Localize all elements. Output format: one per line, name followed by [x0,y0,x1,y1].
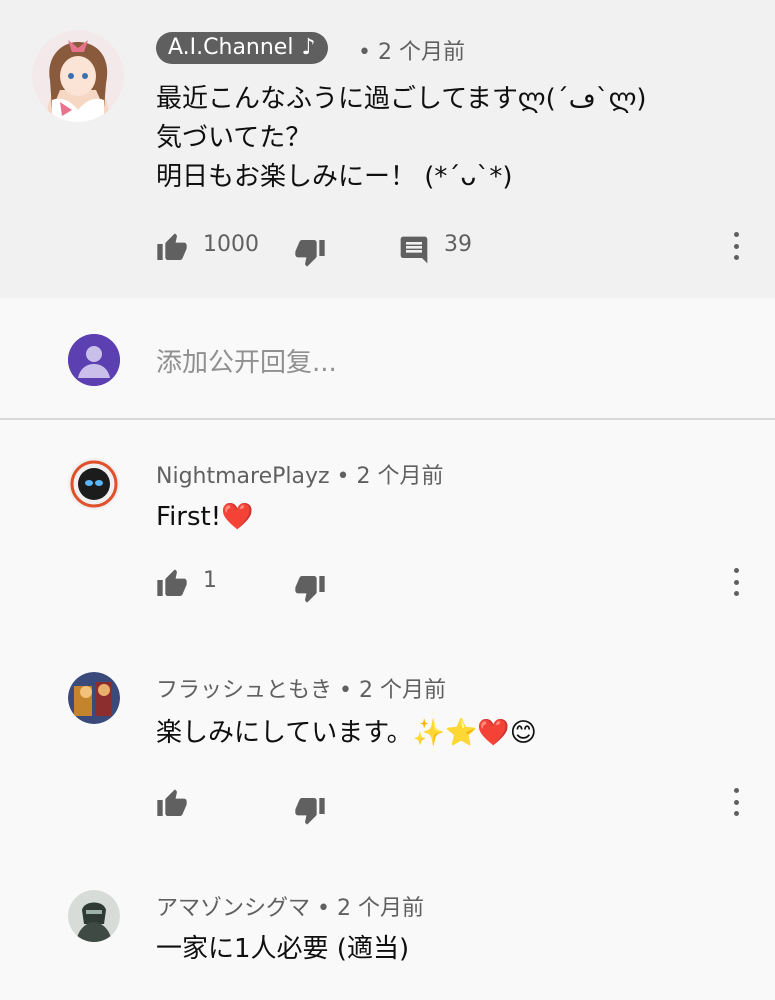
channel-name: A.I.Channel [168,35,294,60]
dot [733,243,739,249]
dislike-button[interactable] [294,794,326,826]
channel-avatar[interactable] [32,30,124,122]
reply-text: First!❤️ [156,502,254,532]
reply-author: NightmarePlayz • 2 个月前 [156,464,444,489]
comment-line-1: 最近こんなふうに過ごしてますლ(´ڡ`ლ) [156,84,647,114]
reply-comment: NightmarePlayz • 2 个月前 First!❤️ 1 [0,458,775,618]
reply-actions: 1 [0,562,775,604]
pinned-comment: A.I.Channel ♪ • 2 个月前 最近こんなふうに過ごしてますლ(´ڡ… [0,0,775,298]
dot [733,799,739,805]
reply-text: 楽しみにしています。✨⭐❤️😊 [156,718,537,748]
user-avatar [68,334,120,386]
comment-actions: 1000 39 [0,226,775,268]
reply-author: フラッシュともき • 2 个月前 [156,678,446,703]
like-count: 1 [203,568,217,593]
reply-comment: フラッシュともき • 2 个月前 楽しみにしています。✨⭐❤️😊 [0,672,775,832]
reply-input-row: 添加公开回复... [0,298,775,420]
dot [733,811,739,816]
like-button[interactable] [156,568,188,600]
like-count: 1000 [203,232,259,257]
reply-icon[interactable] [398,234,430,266]
like-button[interactable] [156,232,188,264]
reply-avatar[interactable] [68,890,120,942]
music-note-icon: ♪ [301,35,316,60]
dislike-button[interactable] [294,572,326,604]
reply-comment: アマゾンシグマ • 2 个月前 一家に1人必要 (適当) [0,890,775,1000]
reply-avatar[interactable] [68,458,120,510]
comment-line-3: 明日もお楽しみにー！ (*´ᴗ`*) [156,162,513,192]
reply-avatar[interactable] [68,672,120,724]
more-options-button[interactable] [726,228,746,264]
dot [733,255,739,260]
dislike-button[interactable] [294,236,326,268]
dot [733,591,739,596]
dot [733,579,739,585]
reply-input[interactable]: 添加公开回复... [156,342,337,379]
reply-text: 一家に1人必要 (適当) [156,934,410,964]
reply-author: アマゾンシグマ • 2 个月前 [156,896,424,921]
reply-count: 39 [444,232,472,257]
dot [733,568,739,573]
channel-name-badge[interactable]: A.I.Channel ♪ [156,32,328,64]
comment-line-2: 気づいてた？ [156,123,312,153]
reply-actions [0,782,775,825]
like-button[interactable] [156,788,188,820]
more-options-button[interactable] [726,564,746,600]
more-options-button[interactable] [726,784,746,820]
dot [733,788,739,793]
comment-time: • 2 个月前 [358,40,465,65]
dot [733,232,739,237]
